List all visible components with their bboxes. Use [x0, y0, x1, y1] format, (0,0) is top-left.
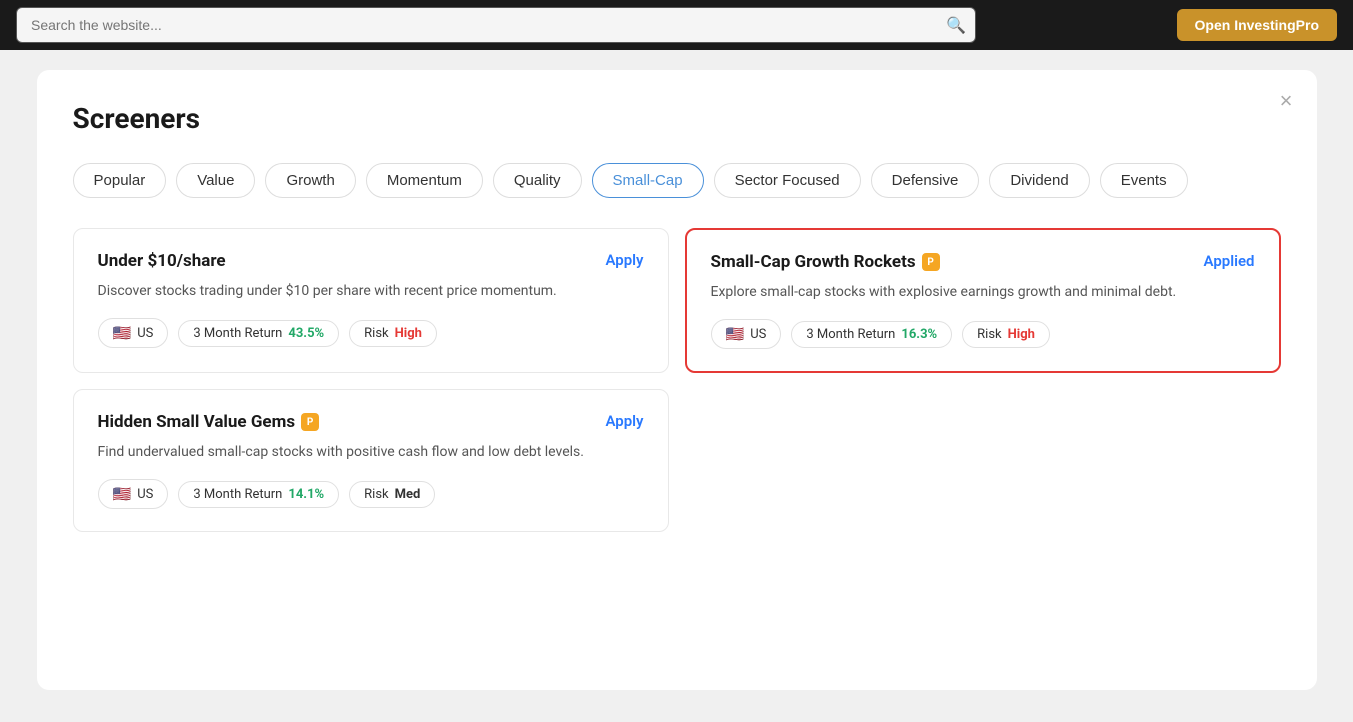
cards-grid: Under $10/share Apply Discover stocks trad… [73, 228, 1281, 532]
return-prefix: 3 Month Return [806, 327, 895, 342]
tag-region: 🇺🇸 US [98, 318, 169, 348]
card-tags: 🇺🇸 US 3 Month Return 16.3% Risk High [711, 319, 1255, 349]
open-investingpro-button[interactable]: Open InvestingPro [1177, 9, 1337, 41]
card-under-10[interactable]: Under $10/share Apply Discover stocks trad… [73, 228, 669, 373]
card-title: Hidden Small Value GemsP [98, 412, 320, 432]
card-small-cap-rockets[interactable]: Small-Cap Growth RocketsP Applied Explore … [685, 228, 1281, 373]
return-value: 16.3% [901, 327, 937, 342]
dialog-title: Screeners [73, 102, 1281, 135]
return-prefix: 3 Month Return [193, 487, 282, 502]
search-container: 🔍 [16, 7, 976, 43]
card-title: Under $10/share [98, 251, 226, 271]
card-title: Small-Cap Growth RocketsP [711, 252, 940, 272]
card-hidden-gems[interactable]: Hidden Small Value GemsP Apply Find underv… [73, 389, 669, 532]
risk-prefix: Risk [977, 327, 1001, 342]
card-header: Hidden Small Value GemsP Apply [98, 412, 644, 432]
risk-prefix: Risk [364, 326, 388, 341]
region-label: US [137, 487, 153, 502]
card-description: Explore small-cap stocks with explosive … [711, 282, 1255, 303]
card-header: Small-Cap Growth RocketsP Applied [711, 252, 1255, 272]
tag-return: 3 Month Return 14.1% [178, 481, 339, 508]
apply-link[interactable]: Apply [605, 412, 643, 430]
tab-popular[interactable]: Popular [73, 163, 167, 198]
main-content: × Screeners Popular Value Growth Momentum Qu… [0, 50, 1353, 722]
pro-badge: P [301, 413, 319, 431]
tab-sector-focused[interactable]: Sector Focused [714, 163, 861, 198]
card-tags: 🇺🇸 US 3 Month Return 14.1% Risk Med [98, 479, 644, 509]
tag-risk: Risk High [349, 320, 437, 347]
apply-link[interactable]: Apply [605, 251, 643, 269]
tab-defensive[interactable]: Defensive [871, 163, 980, 198]
card-header: Under $10/share Apply [98, 251, 644, 271]
risk-prefix: Risk [364, 487, 388, 502]
flag-icon: 🇺🇸 [113, 324, 132, 342]
risk-value: High [395, 326, 422, 341]
risk-value: High [1008, 327, 1035, 342]
tab-growth[interactable]: Growth [265, 163, 355, 198]
filter-tabs: Popular Value Growth Momentum Quality Small-C… [73, 163, 1281, 198]
region-label: US [750, 327, 766, 342]
return-value: 43.5% [288, 326, 324, 341]
flag-icon: 🇺🇸 [726, 325, 745, 343]
tag-return: 3 Month Return 43.5% [178, 320, 339, 347]
risk-value: Med [395, 487, 421, 502]
region-label: US [137, 326, 153, 341]
close-button[interactable]: × [1280, 90, 1293, 112]
tab-momentum[interactable]: Momentum [366, 163, 483, 198]
topbar: 🔍 Open InvestingPro [0, 0, 1353, 50]
card-description: Discover stocks trading under $10 per sh… [98, 281, 644, 302]
tag-risk: Risk Med [349, 481, 435, 508]
tab-dividend[interactable]: Dividend [989, 163, 1089, 198]
card-tags: 🇺🇸 US 3 Month Return 43.5% Risk High [98, 318, 644, 348]
tab-quality[interactable]: Quality [493, 163, 582, 198]
card-description: Find undervalued small-cap stocks with p… [98, 442, 644, 463]
pro-badge: P [922, 253, 940, 271]
search-input[interactable] [16, 7, 976, 43]
search-icon: 🔍 [946, 16, 966, 35]
tag-region: 🇺🇸 US [711, 319, 782, 349]
tab-events[interactable]: Events [1100, 163, 1188, 198]
tag-region: 🇺🇸 US [98, 479, 169, 509]
tab-value[interactable]: Value [176, 163, 255, 198]
applied-label[interactable]: Applied [1203, 252, 1254, 270]
flag-icon: 🇺🇸 [113, 485, 132, 503]
return-value: 14.1% [288, 487, 324, 502]
tab-small-cap[interactable]: Small-Cap [592, 163, 704, 198]
tag-risk: Risk High [962, 321, 1050, 348]
tag-return: 3 Month Return 16.3% [791, 321, 952, 348]
screeners-dialog: × Screeners Popular Value Growth Momentum Qu… [37, 70, 1317, 690]
return-prefix: 3 Month Return [193, 326, 282, 341]
